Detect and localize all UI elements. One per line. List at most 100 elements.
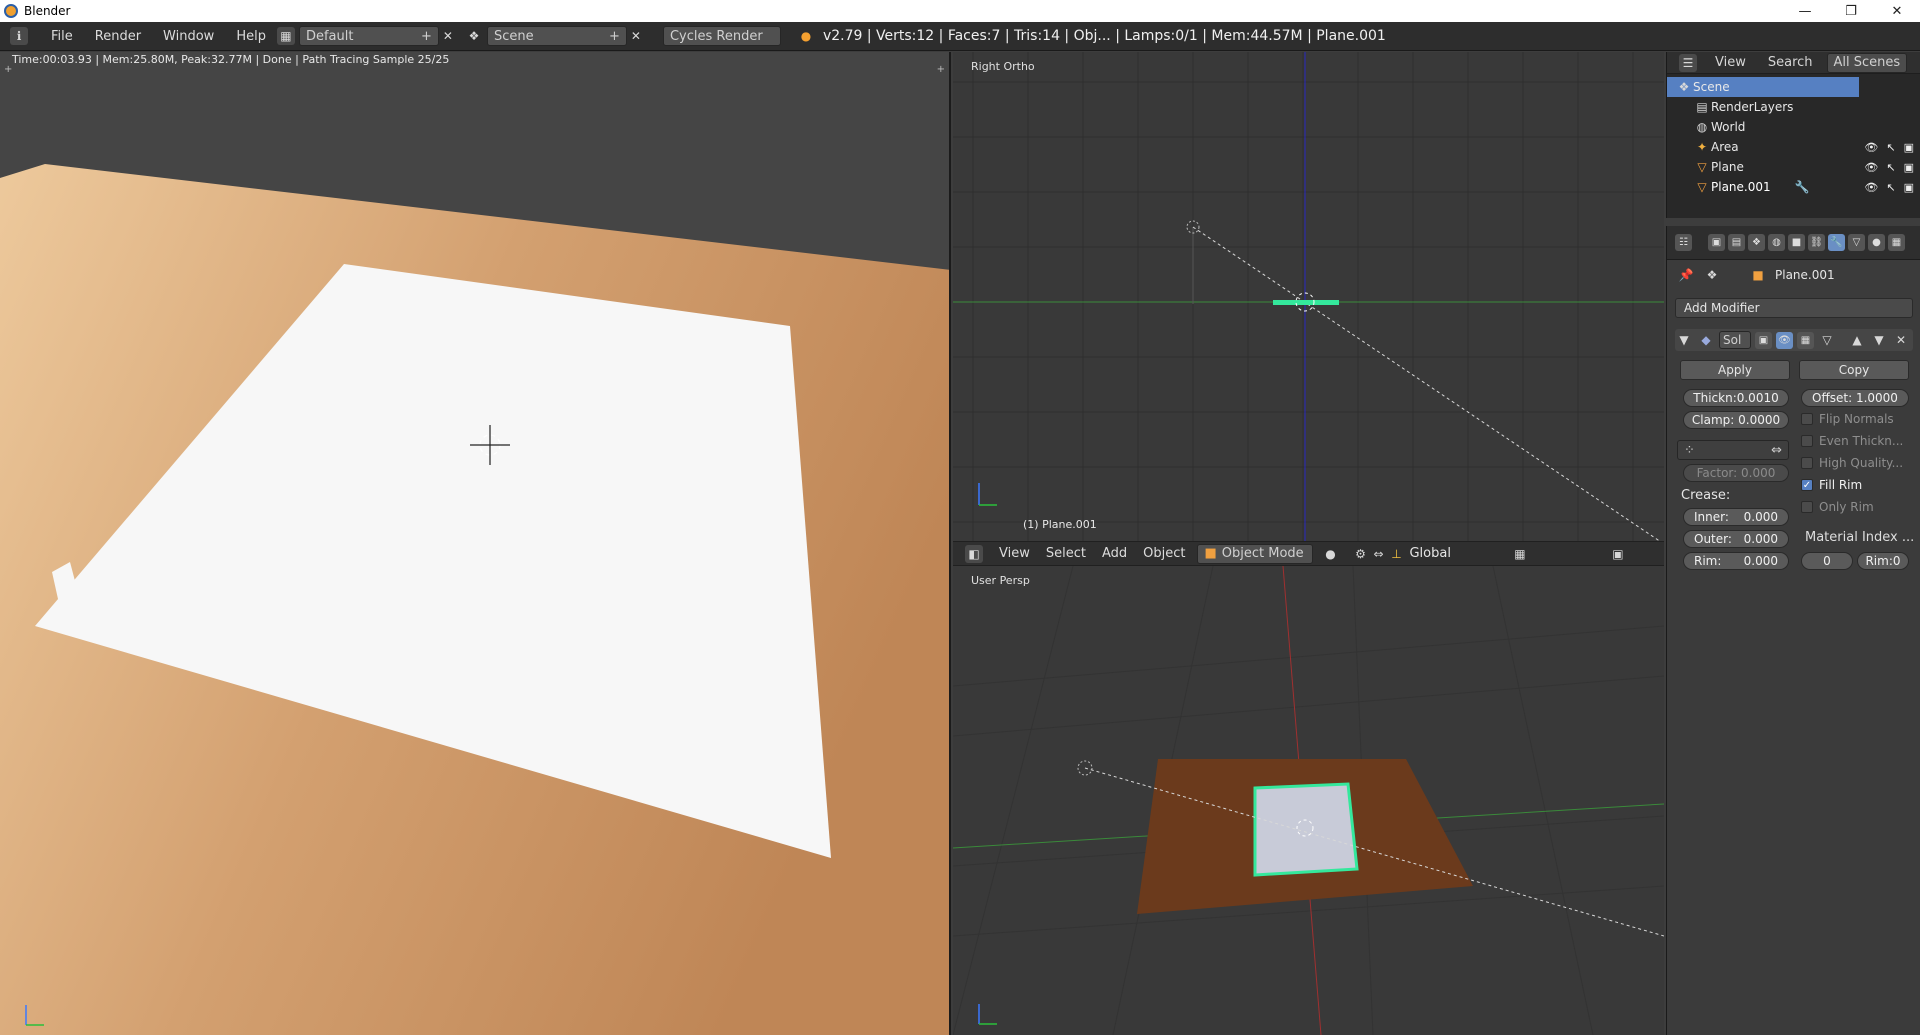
right-ortho-viewport[interactable]: Right Ortho (1) Plane.001 bbox=[953, 52, 1664, 541]
visibility-eye-icon[interactable]: 👁 bbox=[1864, 141, 1878, 154]
menu-add[interactable]: Add bbox=[1094, 546, 1135, 561]
outliner-view-menu[interactable]: View bbox=[1715, 55, 1746, 70]
thickness-field[interactable]: Thickn:0.0010 bbox=[1683, 389, 1789, 407]
even-thickness-checkbox[interactable]: Even Thickn... bbox=[1801, 434, 1903, 448]
world-tab-icon[interactable]: ◍ bbox=[1768, 234, 1785, 251]
flip-normals-box[interactable] bbox=[1801, 413, 1813, 425]
render-viewport[interactable]: Time:00:03.93 | Mem:25.80M, Peak:32.77M … bbox=[0, 52, 951, 1035]
outliner-row-world[interactable]: ◍ World bbox=[1667, 117, 1920, 137]
object-tab-icon[interactable]: ■ bbox=[1788, 234, 1805, 251]
properties-type-icon[interactable]: ☷ bbox=[1675, 234, 1692, 251]
pin-icon[interactable]: 📌 bbox=[1677, 266, 1695, 284]
pivot-point-icon[interactable]: ⚙ bbox=[1351, 545, 1369, 563]
visibility-eye-icon[interactable]: 👁 bbox=[1864, 161, 1878, 174]
transform-axes-icon[interactable]: ⊥ bbox=[1387, 545, 1405, 563]
minimize-button[interactable]: — bbox=[1782, 0, 1828, 22]
only-rim-box[interactable] bbox=[1801, 501, 1813, 513]
high-quality-checkbox[interactable]: High Quality... bbox=[1801, 456, 1903, 470]
modifier-name-field[interactable]: Sol bbox=[1719, 331, 1751, 349]
outliner-scenes-select[interactable]: All Scenes bbox=[1826, 52, 1907, 73]
close-layout-icon[interactable]: ✕ bbox=[439, 27, 457, 45]
menu-file[interactable]: File bbox=[40, 29, 84, 44]
inner-crease-field[interactable]: Inner: 0.000 bbox=[1683, 508, 1789, 526]
show-viewport-icon[interactable]: 👁 bbox=[1776, 331, 1793, 349]
area-corner-icon[interactable]: + bbox=[4, 64, 12, 75]
editor-type-info-icon[interactable]: ℹ bbox=[10, 27, 28, 45]
collapse-arrow-icon[interactable]: ▼ bbox=[1675, 331, 1693, 349]
menu-help[interactable]: Help bbox=[225, 29, 277, 44]
high-quality-box[interactable] bbox=[1801, 457, 1813, 469]
close-scene-icon[interactable]: ✕ bbox=[627, 27, 645, 45]
add-scene-icon[interactable]: + bbox=[609, 29, 620, 44]
show-editmode-icon[interactable]: ▦ bbox=[1797, 331, 1814, 349]
menu-view[interactable]: View bbox=[991, 546, 1038, 561]
user-persp-viewport[interactable]: User Persp bbox=[953, 566, 1664, 1035]
show-render-icon[interactable]: ▣ bbox=[1755, 331, 1772, 349]
outliner-type-icon[interactable]: ☰ bbox=[1679, 53, 1697, 72]
visibility-eye-icon[interactable]: 👁 bbox=[1864, 181, 1878, 194]
data-tab-icon[interactable]: ▽ bbox=[1848, 234, 1865, 251]
factor-field[interactable]: Factor: 0.000 bbox=[1683, 464, 1789, 482]
invert-vertex-group-icon[interactable]: ⇔ bbox=[1771, 443, 1782, 458]
modifiers-tab-icon[interactable]: 🔧 bbox=[1828, 234, 1845, 251]
select-arrow-icon[interactable]: ↖ bbox=[1886, 141, 1895, 154]
material-rim-field[interactable]: Rim:0 bbox=[1857, 552, 1909, 570]
mode-select[interactable]: ■ Object Mode bbox=[1197, 543, 1314, 564]
scene-tab-icon[interactable]: ❖ bbox=[1748, 234, 1765, 251]
outliner-row-scene[interactable]: ❖ Scene bbox=[1667, 77, 1859, 97]
outliner-row-plane001[interactable]: ▽ Plane.001 🔧 👁 ↖ ▣ bbox=[1667, 177, 1920, 197]
menu-window[interactable]: Window bbox=[152, 29, 225, 44]
render-camera-icon[interactable]: ▣ bbox=[1904, 181, 1914, 194]
scene-field[interactable]: Scene + bbox=[486, 26, 627, 46]
clamp-field[interactable]: Clamp: 0.0000 bbox=[1683, 411, 1789, 429]
layers-tab-icon[interactable]: ▤ bbox=[1728, 234, 1745, 251]
rim-crease-label: Rim: bbox=[1694, 554, 1722, 568]
outer-crease-field[interactable]: Outer: 0.000 bbox=[1683, 530, 1789, 548]
constraints-tab-icon[interactable]: ⛓ bbox=[1808, 234, 1825, 251]
render-tab-icon[interactable]: ▣ bbox=[1708, 234, 1725, 251]
manipulator-icon[interactable]: ⇔ bbox=[1369, 545, 1387, 563]
outliner-row-renderlayers[interactable]: ▤ RenderLayers bbox=[1667, 97, 1920, 117]
layers-icon[interactable]: ▦ bbox=[1511, 545, 1529, 563]
fill-rim-box[interactable]: ✓ bbox=[1801, 479, 1813, 491]
outliner-row-plane[interactable]: ▽ Plane 👁 ↖ ▣ bbox=[1667, 157, 1920, 177]
area-corner-icon-right[interactable]: + bbox=[937, 64, 945, 75]
show-cage-icon[interactable]: ▽ bbox=[1818, 331, 1836, 349]
only-rim-checkbox[interactable]: Only Rim bbox=[1801, 500, 1874, 514]
menu-object[interactable]: Object bbox=[1135, 546, 1193, 561]
maximize-button[interactable]: ❐ bbox=[1828, 0, 1874, 22]
add-modifier-button[interactable]: Add Modifier bbox=[1675, 298, 1913, 318]
even-thickness-box[interactable] bbox=[1801, 435, 1813, 447]
render-engine-select[interactable]: Cycles Render bbox=[662, 26, 781, 46]
select-arrow-icon[interactable]: ↖ bbox=[1886, 161, 1895, 174]
screen-layout-icon[interactable]: ▦ bbox=[276, 27, 295, 45]
copy-button[interactable]: Copy bbox=[1799, 360, 1909, 380]
fill-rim-checkbox[interactable]: ✓ Fill Rim bbox=[1801, 478, 1862, 492]
add-layout-icon[interactable]: + bbox=[421, 29, 432, 44]
screen-layout-field[interactable]: Default + bbox=[298, 26, 439, 46]
flip-normals-checkbox[interactable]: Flip Normals bbox=[1801, 412, 1894, 426]
vertex-group-field[interactable]: ⁘ ⇔ bbox=[1677, 440, 1789, 460]
render-preview-icon[interactable]: ▣ bbox=[1609, 545, 1627, 563]
menu-render[interactable]: Render bbox=[84, 29, 152, 44]
select-arrow-icon[interactable]: ↖ bbox=[1886, 181, 1895, 194]
editor-type-3d-icon[interactable]: ◧ bbox=[965, 544, 983, 563]
close-button[interactable]: ✕ bbox=[1874, 0, 1920, 22]
apply-button[interactable]: Apply bbox=[1680, 360, 1790, 380]
offset-field[interactable]: Offset: 1.0000 bbox=[1801, 389, 1909, 407]
move-down-icon[interactable]: ▼ bbox=[1870, 331, 1888, 349]
remove-modifier-icon[interactable]: ✕ bbox=[1892, 331, 1910, 349]
orientation-value[interactable]: Global bbox=[1409, 546, 1450, 561]
viewport-shading-icon[interactable]: ● bbox=[1321, 545, 1339, 563]
outliner-row-area[interactable]: ✦ Area 👁 ↖ ▣ bbox=[1667, 137, 1920, 157]
material-tab-icon[interactable]: ● bbox=[1868, 234, 1885, 251]
outliner-search-menu[interactable]: Search bbox=[1768, 55, 1813, 70]
move-up-icon[interactable]: ▲ bbox=[1848, 331, 1866, 349]
render-camera-icon[interactable]: ▣ bbox=[1904, 161, 1914, 174]
material-index-field[interactable]: 0 bbox=[1801, 552, 1853, 570]
render-camera-icon[interactable]: ▣ bbox=[1904, 141, 1914, 154]
rim-crease-field[interactable]: Rim: 0.000 bbox=[1683, 552, 1789, 570]
texture-tab-icon[interactable]: ▦ bbox=[1888, 234, 1905, 251]
properties-panel: ☷ ▣ ▤ ❖ ◍ ■ ⛓ 🔧 ▽ ● ▦ 📌 ❖ ■ Plane.001 Ad… bbox=[1666, 226, 1920, 1035]
menu-select[interactable]: Select bbox=[1038, 546, 1094, 561]
